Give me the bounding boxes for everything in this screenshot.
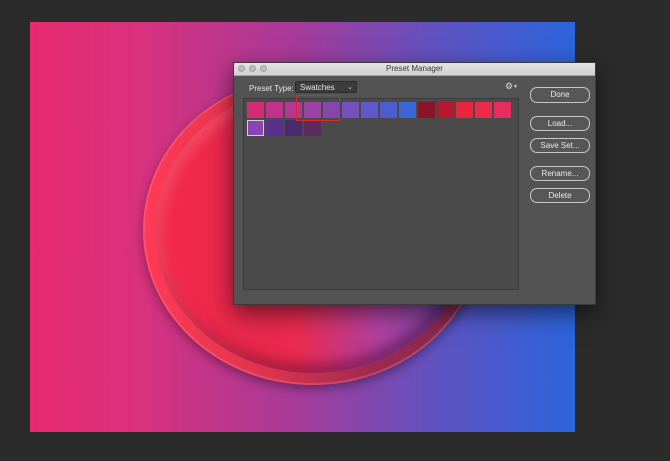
swatch[interactable] (494, 102, 511, 118)
preset-manager-dialog: Preset Manager Preset Type: Swatches ⌄ ⚙… (233, 62, 596, 305)
save-set-button[interactable]: Save Set... (530, 138, 590, 153)
swatch[interactable] (456, 102, 473, 118)
swatch[interactable] (304, 120, 321, 136)
gear-icon[interactable]: ⚙ (505, 82, 513, 91)
swatch[interactable] (266, 120, 283, 136)
swatch[interactable] (304, 102, 321, 118)
rename-button[interactable]: Rename... (530, 166, 590, 181)
swatch[interactable] (266, 102, 283, 118)
swatch[interactable] (380, 102, 397, 118)
swatch[interactable] (285, 120, 302, 136)
swatch[interactable] (399, 102, 416, 118)
dialog-title: Preset Manager (386, 64, 443, 73)
delete-button[interactable]: Delete (530, 188, 590, 203)
preset-type-select[interactable]: Swatches ⌄ (295, 81, 357, 93)
load-button[interactable]: Load... (530, 116, 590, 131)
swatch[interactable] (323, 102, 340, 118)
chevron-down-icon: ⌄ (347, 84, 353, 91)
swatch[interactable] (247, 102, 264, 118)
swatch[interactable] (437, 102, 454, 118)
swatch[interactable] (418, 102, 435, 118)
preset-type-value: Swatches (300, 83, 335, 92)
swatch[interactable] (285, 102, 302, 118)
caret-down-icon[interactable]: ▼ (513, 84, 518, 90)
done-button[interactable]: Done (530, 87, 590, 103)
swatch[interactable] (247, 120, 264, 136)
preset-list-panel[interactable] (243, 95, 519, 290)
swatch[interactable] (475, 102, 492, 118)
title-bar[interactable]: Preset Manager (234, 63, 595, 76)
preset-type-label: Preset Type: (249, 84, 294, 93)
swatch[interactable] (342, 102, 359, 118)
swatch[interactable] (361, 102, 378, 118)
